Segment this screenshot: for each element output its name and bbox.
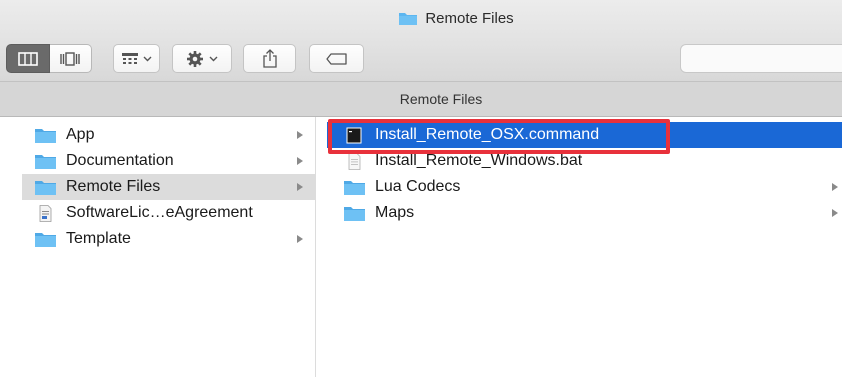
list-item-app[interactable]: App bbox=[22, 122, 316, 148]
folder-icon bbox=[35, 128, 56, 143]
list-item-label: Install_Remote_OSX.command bbox=[375, 126, 600, 143]
list-item-template[interactable]: Template bbox=[22, 226, 316, 252]
title-bar: Remote Files bbox=[0, 0, 842, 36]
folder-icon bbox=[35, 180, 56, 195]
cover-flow-view-button[interactable] bbox=[49, 44, 92, 73]
list-item-lua-codecs[interactable]: Lua Codecs bbox=[337, 174, 842, 200]
share-icon bbox=[262, 49, 277, 68]
share-button[interactable] bbox=[243, 44, 296, 73]
window-title: Remote Files bbox=[425, 9, 514, 27]
gear-icon bbox=[187, 50, 203, 67]
list-item-maps[interactable]: Maps bbox=[337, 200, 842, 226]
chevron-down-icon bbox=[209, 56, 218, 61]
folder-icon bbox=[399, 12, 418, 25]
action-menu-button[interactable] bbox=[172, 44, 232, 73]
search-input[interactable] bbox=[680, 44, 842, 73]
list-item-documentation[interactable]: Documentation bbox=[22, 148, 316, 174]
document-icon bbox=[39, 204, 52, 222]
grid-arrange-icon bbox=[121, 52, 138, 64]
list-item-label: SoftwareLic…eAgreement bbox=[66, 204, 253, 221]
tag-icon bbox=[325, 52, 347, 65]
disclosure-arrow-icon bbox=[297, 131, 303, 139]
list-item-label: App bbox=[66, 126, 95, 143]
list-item-label: Documentation bbox=[66, 152, 174, 169]
arrange-menu-button[interactable] bbox=[113, 44, 160, 73]
text-file-icon bbox=[348, 152, 361, 170]
chevron-down-icon bbox=[143, 56, 151, 61]
column-view-button[interactable] bbox=[6, 44, 50, 73]
browser-column-1: App Documentation Remote Files SoftwareL… bbox=[0, 117, 316, 377]
view-mode-segmented-control bbox=[6, 44, 92, 73]
list-item-label: Lua Codecs bbox=[375, 178, 461, 195]
list-item-label: Template bbox=[66, 230, 131, 247]
path-bar: Remote Files bbox=[0, 82, 842, 117]
folder-icon bbox=[35, 154, 56, 169]
terminal-icon bbox=[346, 127, 362, 143]
list-item-software-license-agreement[interactable]: SoftwareLic…eAgreement bbox=[22, 200, 316, 226]
disclosure-arrow-icon bbox=[297, 157, 303, 165]
list-item-install-remote-windows-bat[interactable]: Install_Remote_Windows.bat bbox=[337, 148, 842, 174]
disclosure-arrow-icon bbox=[832, 209, 838, 217]
browser-column-2: Install_Remote_OSX.command Install_Remot… bbox=[317, 117, 842, 377]
list-item-label: Install_Remote_Windows.bat bbox=[375, 152, 583, 169]
folder-icon bbox=[35, 232, 56, 247]
toolbar bbox=[0, 36, 842, 82]
tags-button[interactable] bbox=[309, 44, 364, 73]
folder-icon bbox=[344, 206, 365, 221]
list-item-label: Maps bbox=[375, 204, 415, 221]
list-item-label: Remote Files bbox=[66, 178, 161, 195]
list-item-install-remote-osx-command[interactable]: Install_Remote_OSX.command bbox=[327, 122, 842, 148]
disclosure-arrow-icon bbox=[297, 183, 303, 191]
window-title-group: Remote Files bbox=[398, 9, 514, 27]
path-bar-label: Remote Files bbox=[399, 91, 483, 107]
column-view-icon bbox=[17, 51, 38, 66]
folder-icon bbox=[344, 180, 365, 195]
disclosure-arrow-icon bbox=[297, 235, 303, 243]
list-item-remote-files[interactable]: Remote Files bbox=[22, 174, 316, 200]
disclosure-arrow-icon bbox=[832, 183, 838, 191]
cover-flow-view-icon bbox=[60, 51, 80, 66]
